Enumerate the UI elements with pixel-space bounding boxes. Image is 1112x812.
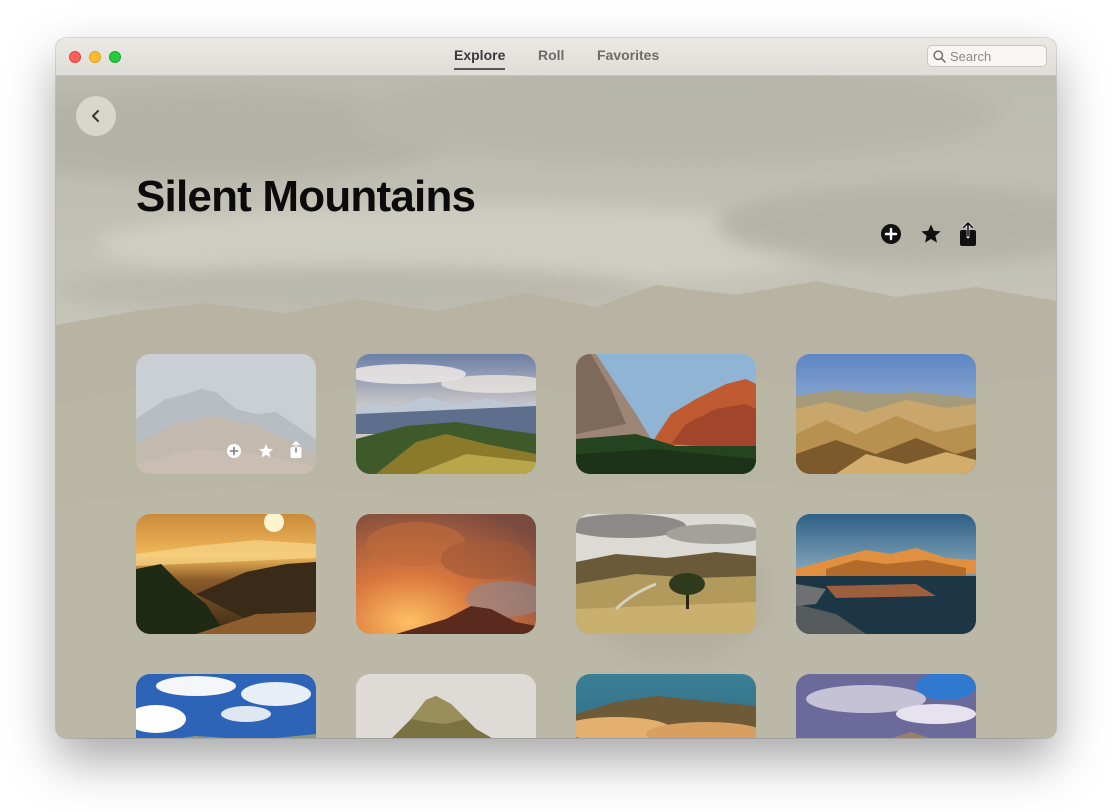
favorite-star-button[interactable] [920, 223, 942, 245]
tab-favorites[interactable]: Favorites [597, 47, 659, 63]
back-button[interactable] [76, 96, 116, 136]
photo-tile[interactable] [356, 674, 536, 738]
app-window: Explore Roll Favorites Search Silent Mou… [56, 38, 1056, 738]
main-content: Silent Mountains [56, 75, 1056, 738]
search-field[interactable] [927, 45, 1047, 67]
photo-tile[interactable] [576, 354, 756, 474]
lone-tree-valley-image [576, 514, 756, 634]
close-window-button[interactable] [69, 51, 81, 63]
photo-tile[interactable] [356, 354, 536, 474]
photo-tile[interactable] [576, 514, 756, 634]
tab-roll-label: Roll [538, 47, 565, 63]
photo-tile[interactable] [796, 514, 976, 634]
photo-tile[interactable] [136, 514, 316, 634]
photo-tile[interactable] [796, 354, 976, 474]
search-input[interactable] [950, 48, 1042, 64]
blue-sky-plains-image [136, 674, 316, 738]
purple-sky-mountain-range-image [796, 674, 976, 738]
add-to-collection-button[interactable] [880, 223, 902, 245]
lake-at-golden-peaks-image [796, 514, 976, 634]
tab-favorites-label: Favorites [597, 47, 660, 63]
plus-circle-icon[interactable] [226, 443, 242, 459]
share-button[interactable] [957, 221, 979, 247]
sunset-forest-hills-image [136, 514, 316, 634]
search-icon [933, 50, 946, 63]
minimize-window-button[interactable] [89, 51, 101, 63]
alpine-forest-image [356, 354, 536, 474]
tab-roll[interactable]: Roll [538, 47, 564, 63]
tab-explore-label: Explore [454, 47, 506, 63]
zoom-window-button[interactable] [109, 51, 121, 63]
photo-tile[interactable] [796, 674, 976, 738]
photo-tile[interactable] [136, 354, 316, 474]
photo-tile[interactable] [576, 674, 756, 738]
page-title: Silent Mountains [136, 172, 476, 221]
share-icon[interactable] [288, 441, 304, 459]
photo-tile[interactable] [136, 674, 316, 738]
title-bar: Explore Roll Favorites [56, 38, 1056, 76]
tab-explore[interactable]: Explore [454, 47, 506, 70]
chevron-left-icon [92, 110, 99, 122]
photo-tile[interactable] [356, 514, 536, 634]
sea-of-clouds-image [576, 674, 756, 738]
green-mountain-peak-image [356, 674, 536, 738]
orange-storm-clouds-image [356, 514, 536, 634]
golden-rolling-hills-image [796, 354, 976, 474]
active-tab-indicator [454, 68, 506, 70]
star-icon[interactable] [258, 443, 274, 459]
red-rock-canyon-image [576, 354, 756, 474]
